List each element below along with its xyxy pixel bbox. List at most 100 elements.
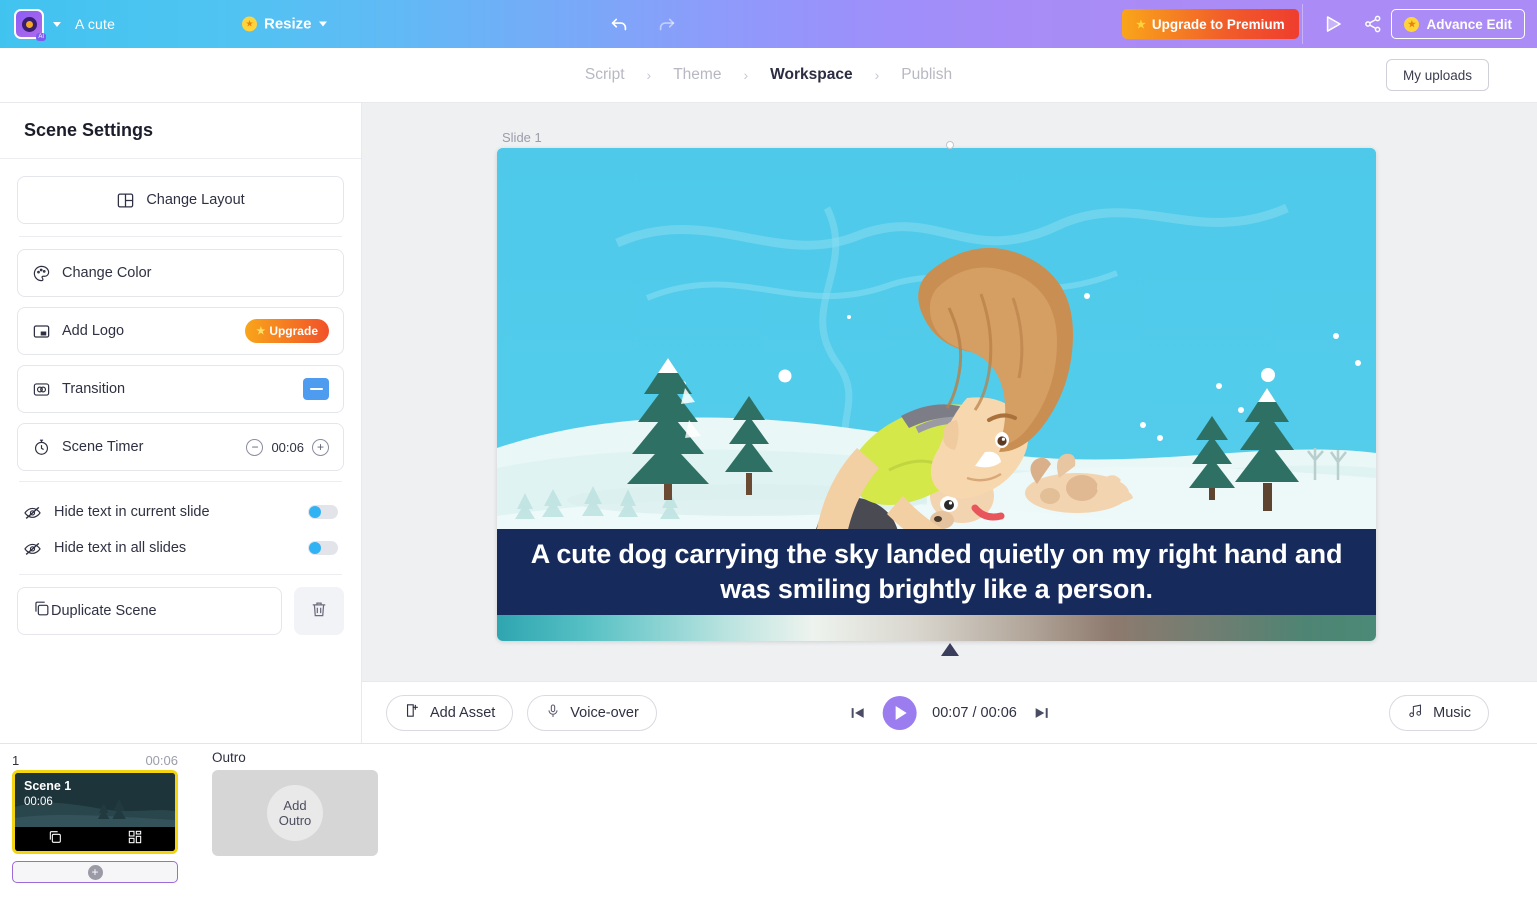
- resize-label: Resize: [264, 15, 312, 33]
- breadcrumb-step-theme[interactable]: Theme: [673, 66, 721, 84]
- eye-off-icon: [23, 503, 42, 522]
- sidebar-divider: [19, 236, 342, 237]
- image-icon: [32, 322, 51, 341]
- outro-header: Outro: [212, 750, 246, 765]
- change-color-button[interactable]: Change Color: [17, 249, 344, 297]
- scene-timer-row: Scene Timer − 00:06 +: [17, 423, 344, 471]
- sidebar-header: Scene Settings: [0, 103, 361, 159]
- add-asset-button[interactable]: Add Asset: [386, 694, 514, 731]
- skip-previous-icon[interactable]: [848, 704, 866, 722]
- transition-selected-swatch[interactable]: [303, 378, 329, 400]
- add-outro-line1: Add: [283, 797, 307, 813]
- advance-edit-label: Advance Edit: [1426, 16, 1512, 32]
- transition-button[interactable]: Transition: [17, 365, 344, 413]
- hide-text-all-slides-label: Hide text in all slides: [54, 540, 187, 556]
- scene-timer-decrease-button[interactable]: −: [246, 438, 264, 456]
- slide-color-strip[interactable]: [497, 615, 1376, 641]
- sidebar-divider: [19, 574, 342, 575]
- copy-icon[interactable]: [47, 829, 63, 850]
- copy-icon: [32, 599, 51, 623]
- add-scene-button[interactable]: +: [12, 861, 178, 883]
- project-menu-button[interactable]: [53, 21, 61, 27]
- breadcrumb-step-script[interactable]: Script: [585, 66, 625, 84]
- upgrade-badge-label: Upgrade: [269, 324, 318, 338]
- hide-text-current-slide-label: Hide text in current slide: [54, 504, 210, 520]
- star-icon: ★: [1136, 18, 1146, 31]
- duplicate-scene-label: Duplicate Scene: [51, 603, 157, 619]
- slide-resize-handle[interactable]: [945, 141, 954, 149]
- add-logo-upgrade-badge[interactable]: ★ Upgrade: [245, 319, 329, 343]
- preview-play-icon[interactable]: [1320, 11, 1346, 37]
- breadcrumb-bar: Script › Theme › Workspace › Publish My …: [0, 48, 1537, 103]
- topbar-divider: [1302, 4, 1303, 44]
- delete-scene-button[interactable]: [294, 587, 344, 635]
- voice-over-button[interactable]: Voice-over: [527, 694, 657, 731]
- trash-icon: [309, 599, 329, 624]
- share-icon[interactable]: [1362, 13, 1384, 35]
- slide-caption[interactable]: A cute dog carrying the sky landed quiet…: [497, 529, 1376, 615]
- add-logo-button[interactable]: Add Logo ★ Upgrade: [17, 307, 344, 355]
- scene-actions-row: Duplicate Scene: [17, 587, 344, 635]
- scene-total-duration: 00:06: [145, 752, 178, 768]
- chevron-down-icon: [318, 21, 327, 27]
- grid-layout-icon[interactable]: [127, 829, 143, 850]
- scene-settings-sidebar: Scene Settings Change Layout Change Colo…: [0, 103, 362, 743]
- breadcrumb: Script › Theme › Workspace › Publish: [585, 66, 952, 84]
- scene-timer-stepper: − 00:06 +: [246, 438, 329, 456]
- upgrade-to-premium-button[interactable]: ★ Upgrade to Premium: [1122, 9, 1299, 39]
- undo-redo-group: [608, 13, 678, 35]
- slide-caption-text: A cute dog carrying the sky landed quiet…: [530, 539, 1343, 604]
- slide-preview[interactable]: A cute dog carrying the sky landed quiet…: [497, 148, 1376, 641]
- timeline-scene-column: 1 00:06 Scene 1 00:06 +: [12, 750, 178, 883]
- play-button[interactable]: [882, 695, 917, 730]
- app-logo-icon[interactable]: AI: [14, 9, 46, 41]
- toggle-knob: [309, 542, 321, 554]
- timeline: 1 00:06 Scene 1 00:06 + Outro Add Outro: [0, 743, 1537, 911]
- chevron-down-icon: [53, 21, 61, 27]
- scene-timer-label: Scene Timer: [62, 439, 144, 455]
- eye-off-icon: [23, 539, 42, 558]
- timeline-scene-header: 1 00:06: [12, 750, 178, 770]
- timeline-scene-thumbnail[interactable]: Scene 1 00:06: [12, 770, 178, 854]
- transition-label: Transition: [62, 381, 126, 397]
- add-outro-line2: Outro: [278, 813, 312, 828]
- hide-text-current-slide-row[interactable]: Hide text in current slide: [17, 494, 344, 530]
- music-button[interactable]: Music: [1389, 694, 1489, 731]
- toggle-knob: [309, 506, 321, 518]
- advance-edit-button[interactable]: ★ Advance Edit: [1391, 9, 1525, 39]
- change-layout-button[interactable]: Change Layout: [17, 176, 344, 224]
- add-outro-button[interactable]: Add Outro: [212, 770, 378, 856]
- hide-text-all-slides-row[interactable]: Hide text in all slides: [17, 530, 344, 566]
- logo-ring: [21, 16, 37, 32]
- star-icon: ★: [242, 16, 257, 32]
- slide-label: Slide 1: [502, 130, 542, 145]
- hide-text-current-slide-toggle[interactable]: [308, 505, 338, 519]
- my-uploads-label: My uploads: [1402, 67, 1472, 83]
- minus-icon: [309, 388, 323, 390]
- stopwatch-icon: [32, 438, 51, 457]
- timeline-outro-column: Outro Add Outro: [212, 750, 378, 856]
- hide-text-all-slides-toggle[interactable]: [308, 541, 338, 555]
- resize-button[interactable]: ★ Resize: [242, 16, 327, 33]
- scene-timer-value: 00:06: [271, 439, 304, 455]
- scene-timer-increase-button[interactable]: +: [312, 438, 329, 456]
- duplicate-scene-button[interactable]: Duplicate Scene: [17, 587, 282, 635]
- scene-name: Scene 1: [24, 779, 72, 793]
- upgrade-to-premium-label: Upgrade to Premium: [1151, 16, 1285, 32]
- star-icon: ★: [256, 325, 266, 337]
- breadcrumb-step-workspace[interactable]: Workspace: [770, 66, 852, 84]
- plus-icon: +: [87, 864, 103, 880]
- redo-icon[interactable]: [656, 13, 678, 35]
- skip-next-icon[interactable]: [1033, 704, 1051, 722]
- palette-icon: [32, 264, 51, 283]
- breadcrumb-separator: ›: [874, 67, 880, 83]
- undo-icon[interactable]: [608, 13, 630, 35]
- breadcrumb-step-publish[interactable]: Publish: [901, 66, 952, 84]
- timeline-playhead-marker[interactable]: [940, 643, 959, 656]
- my-uploads-button[interactable]: My uploads: [1385, 59, 1489, 91]
- logo-ai-badge: AI: [36, 33, 46, 41]
- sidebar-body: Change Layout Change Color Add Logo ★ Up…: [0, 159, 361, 635]
- logo-dot: [25, 20, 33, 28]
- add-logo-label: Add Logo: [62, 323, 125, 339]
- play-icon: [895, 705, 907, 720]
